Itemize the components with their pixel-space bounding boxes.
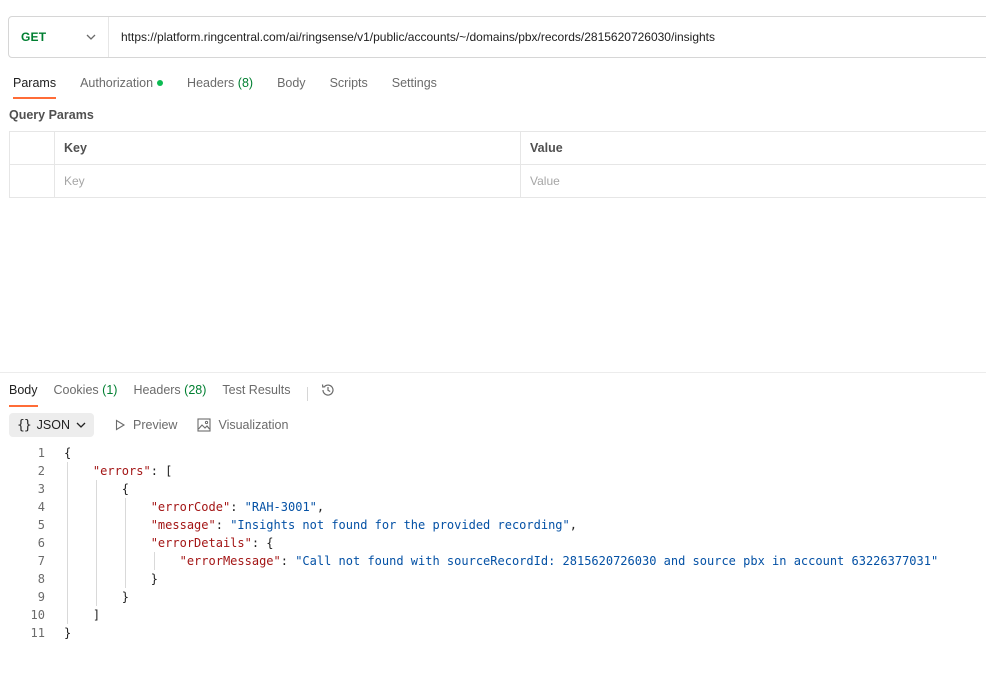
tab-count: (8) xyxy=(237,76,254,90)
visualization-label: Visualization xyxy=(218,418,289,432)
json-string: "Call not found with sourceRecordId: 281… xyxy=(295,554,939,568)
tab-headers[interactable]: Headers (8) xyxy=(187,76,253,98)
tab-authorization[interactable]: Authorization xyxy=(80,76,164,98)
image-icon xyxy=(197,418,212,432)
key-input[interactable] xyxy=(64,174,520,188)
query-params-title: Query Params xyxy=(9,108,94,122)
value-input[interactable] xyxy=(530,174,986,188)
json-key: "errorDetails" xyxy=(150,536,252,550)
history-icon[interactable] xyxy=(320,382,336,398)
braces-icon: {} xyxy=(17,417,32,433)
tab-label: Authorization xyxy=(80,76,154,90)
preview-button[interactable]: Preview xyxy=(114,418,177,432)
tab-label: Body xyxy=(277,76,306,90)
response-tabs: Body Cookies (1) Headers (28) Test Resul… xyxy=(9,382,336,407)
value-column-header: Value xyxy=(530,141,563,155)
chevron-down-icon xyxy=(86,32,96,42)
response-tab-test-results[interactable]: Test Results xyxy=(222,383,290,405)
format-label: JSON xyxy=(36,418,70,432)
pane-divider[interactable] xyxy=(0,372,986,373)
code-line: 1{ xyxy=(0,444,986,462)
checkbox-column xyxy=(9,132,55,164)
play-icon xyxy=(114,419,126,431)
line-number: 5 xyxy=(37,518,45,532)
status-dot xyxy=(157,79,164,86)
method-select[interactable]: GET xyxy=(9,17,109,57)
tab-label: Body xyxy=(9,383,38,397)
response-tab-cookies[interactable]: Cookies (1) xyxy=(54,383,118,405)
json-key: "errorCode" xyxy=(150,500,231,514)
response-tab-body[interactable]: Body xyxy=(9,383,38,407)
method-label: GET xyxy=(21,30,47,44)
json-key: "message" xyxy=(150,518,216,532)
code-line: 2 "errors": [ xyxy=(0,462,986,480)
key-cell xyxy=(55,165,521,197)
code-line: 8 } xyxy=(0,570,986,588)
line-number: 3 xyxy=(37,482,45,496)
response-body-viewer[interactable]: 1{ 2 "errors": [ 3 { 4 "errorCode": "RAH… xyxy=(0,444,986,642)
tab-label: Cookies xyxy=(53,383,99,397)
request-url-bar: GET https://platform.ringcentral.com/ai/… xyxy=(8,16,986,58)
tab-label: Test Results xyxy=(222,383,291,397)
tab-scripts[interactable]: Scripts xyxy=(330,76,368,98)
value-cell xyxy=(521,165,986,197)
format-dropdown[interactable]: {} JSON xyxy=(9,413,94,437)
tab-count: (28) xyxy=(184,383,207,397)
code-line: 6 "errorDetails": { xyxy=(0,534,986,552)
key-column-header: Key xyxy=(55,132,521,164)
visualization-button[interactable]: Visualization xyxy=(197,418,288,432)
json-key: "errorMessage" xyxy=(179,554,281,568)
tab-label: Headers xyxy=(187,76,235,90)
code-line: 9 } xyxy=(0,588,986,606)
request-tabs: Params Authorization Headers (8) Body Sc… xyxy=(13,76,461,100)
line-number: 9 xyxy=(37,590,45,604)
url-input[interactable]: https://platform.ringcentral.com/ai/ring… xyxy=(109,30,715,44)
tab-count: (1) xyxy=(102,383,118,397)
chevron-down-icon xyxy=(76,420,86,430)
line-number: 4 xyxy=(37,500,45,514)
line-number: 8 xyxy=(37,572,45,586)
tab-params[interactable]: Params xyxy=(13,76,57,99)
line-number: 10 xyxy=(30,608,45,622)
response-tab-headers[interactable]: Headers (28) xyxy=(133,383,206,405)
code-line: 10 ] xyxy=(0,606,986,624)
code-line: 5 "message": "Insights not found for the… xyxy=(0,516,986,534)
tab-label: Settings xyxy=(391,76,437,90)
tab-body[interactable]: Body xyxy=(277,76,306,98)
json-key: "errors" xyxy=(92,464,151,478)
line-number: 1 xyxy=(37,446,45,460)
response-toolbar: {} JSON Preview Visualization xyxy=(9,413,288,437)
code-line: 3 { xyxy=(0,480,986,498)
line-number: 7 xyxy=(37,554,45,568)
json-string: "Insights not found for the provided rec… xyxy=(230,518,570,532)
tab-settings[interactable]: Settings xyxy=(392,76,437,98)
table-row xyxy=(9,165,986,198)
query-params-table: Key Value xyxy=(9,131,986,198)
tab-label: Params xyxy=(13,76,57,90)
code-line: 11} xyxy=(0,624,986,642)
line-number: 2 xyxy=(37,464,45,478)
json-string: "RAH-3001" xyxy=(244,500,317,514)
row-checkbox[interactable] xyxy=(9,165,55,197)
tab-label: Headers xyxy=(133,383,181,397)
code-line: 7 "errorMessage": "Call not found with s… xyxy=(0,552,986,570)
code-line: 4 "errorCode": "RAH-3001", xyxy=(0,498,986,516)
tab-label: Scripts xyxy=(329,76,368,90)
line-number: 11 xyxy=(30,626,45,640)
line-number: 6 xyxy=(37,536,45,550)
preview-label: Preview xyxy=(133,418,178,432)
table-header-row: Key Value xyxy=(9,132,986,165)
toolbar-separator xyxy=(306,387,308,401)
